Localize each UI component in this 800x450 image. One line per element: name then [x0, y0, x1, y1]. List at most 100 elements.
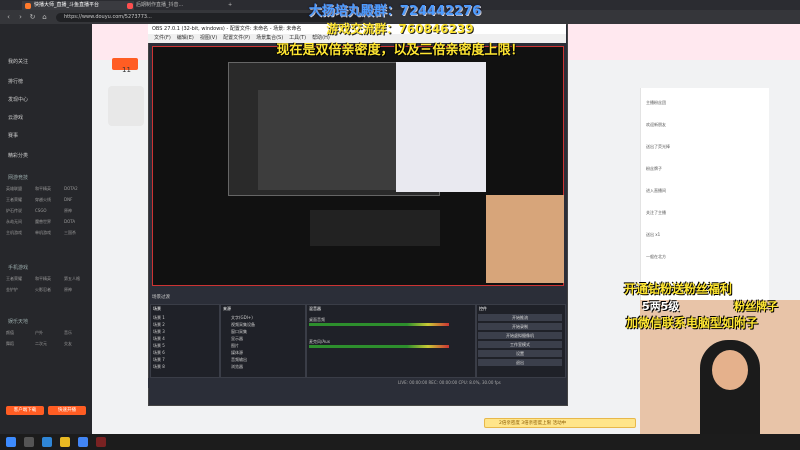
- sidebar-section-games: 网游竞技: [8, 175, 29, 181]
- scenes-header: 场景: [153, 306, 161, 311]
- overlay-promo-4: 加微信联系电脑型如附子: [626, 316, 759, 330]
- sidebar-category-link[interactable]: 和平精英: [35, 276, 51, 282]
- scene-list-item[interactable]: 场景 4: [153, 336, 165, 342]
- obs-status-bar: LIVE: 00:00:00 REC: 00:00:00 CPU: 8.0%, …: [148, 378, 566, 388]
- sidebar-category-link[interactable]: 金铲铲: [6, 287, 18, 293]
- obs-control-button[interactable]: 工作室模式: [478, 341, 562, 348]
- chat-message: 送出 x1: [646, 232, 661, 237]
- overlay-promo-1: 开通钻粉送粉丝福利: [624, 282, 733, 296]
- download-client-button[interactable]: 客户端下载: [6, 406, 44, 415]
- forward-icon[interactable]: ›: [16, 13, 25, 22]
- source-list-item[interactable]: 窗口采集: [231, 329, 247, 335]
- sources-header: 来源: [223, 306, 231, 311]
- sidebar-item-discover[interactable]: 发现中心: [8, 96, 28, 103]
- file-explorer-icon[interactable]: [60, 437, 70, 447]
- home-icon[interactable]: ⌂: [40, 13, 49, 22]
- sidebar-category-link[interactable]: 原神: [64, 287, 72, 293]
- source-list-item[interactable]: 文字(GDI+): [231, 315, 253, 321]
- browser-tab[interactable]: 后期制作直播_抖音...: [124, 1, 236, 10]
- sidebar-item-follow[interactable]: 我的关注: [8, 58, 28, 65]
- sidebar-category-link[interactable]: 户外: [35, 330, 43, 336]
- sidebar-category-link[interactable]: 颜值: [6, 330, 14, 336]
- scene-list-item[interactable]: 场景 1: [153, 315, 165, 321]
- scene-list-item[interactable]: 场景 6: [153, 350, 165, 356]
- sidebar-category-link[interactable]: 舞蹈: [6, 341, 14, 347]
- chat-message: 欢迎新朋友: [646, 122, 666, 127]
- scene-list-item[interactable]: 场景 5: [153, 343, 165, 349]
- edge-icon[interactable]: [42, 437, 52, 447]
- nested-chat-capture: [396, 62, 486, 192]
- obs-control-button[interactable]: 退出: [478, 359, 562, 366]
- favicon-icon: [127, 3, 133, 9]
- sidebar-category-link[interactable]: 穿越火线: [35, 197, 51, 203]
- sidebar-category-link[interactable]: 和平精英: [35, 186, 51, 192]
- sidebar-category-link[interactable]: 三国杀: [64, 230, 76, 236]
- obs-menu-item[interactable]: 文件(F): [154, 35, 171, 41]
- desktop-audio-meter: [309, 323, 449, 326]
- source-list-item[interactable]: 显示器: [231, 336, 243, 342]
- obs-control-button[interactable]: 开始推流: [478, 314, 562, 321]
- reload-icon[interactable]: ↻: [28, 13, 37, 22]
- new-tab-button[interactable]: +: [226, 1, 238, 10]
- sidebar-category-link[interactable]: DNF: [64, 197, 72, 202]
- chrome-icon[interactable]: [78, 437, 88, 447]
- scene-list-item[interactable]: 场景 2: [153, 322, 165, 328]
- overlay-group-text: 大扬培丸殿群：724442276: [308, 4, 482, 19]
- sidebar-category-link[interactable]: 二次元: [35, 341, 47, 347]
- source-list-item[interactable]: 图片: [231, 343, 239, 349]
- sidebar-category-link[interactable]: 王者荣耀: [6, 197, 22, 203]
- back-icon[interactable]: ‹: [4, 13, 13, 22]
- sidebar-category-link[interactable]: 火影忍者: [35, 287, 51, 293]
- sidebar-section-ent: 娱乐天地: [8, 319, 29, 325]
- sidebar-category-link[interactable]: 英雄联盟: [6, 186, 22, 192]
- sidebar-category-link[interactable]: 交友: [64, 341, 72, 347]
- sidebar-item-cloudgame[interactable]: 云游戏: [8, 114, 23, 121]
- intimacy-toast[interactable]: 2倍亲密度 3倍亲密度上限 活动中: [484, 418, 636, 428]
- sidebar-category-link[interactable]: DOTA2: [64, 186, 78, 191]
- obs-scenes-panel: 场景 场景 1 场景 2 场景 3 场景 4 场景 5 场景 6 场景 7 场景 8: [150, 304, 220, 378]
- sidebar-item-esports[interactable]: 赛事: [8, 132, 18, 139]
- sidebar-category-link[interactable]: CSGO: [35, 208, 47, 213]
- scene-list-item[interactable]: 场景 3: [153, 329, 165, 335]
- sidebar-category-link[interactable]: 永劫无间: [6, 219, 22, 225]
- search-icon[interactable]: [24, 437, 34, 447]
- browser-tab[interactable]: 快播大师_直播_斗鱼直播平台: [22, 1, 134, 10]
- sidebar-category-link[interactable]: 原神: [64, 208, 72, 214]
- chat-message: 粉丝牌子: [646, 166, 662, 171]
- mixer-header: 混音器: [309, 306, 321, 311]
- obs-control-button[interactable]: 开始虚拟摄像机: [478, 332, 562, 339]
- overlay-promo-3: 粉丝牌子: [734, 300, 778, 313]
- overlay-game-group-text: 游戏交流群：760846239: [326, 22, 474, 36]
- sidebar-item-category[interactable]: 精彩分类: [8, 152, 28, 159]
- sidebar-category-link[interactable]: 音乐: [64, 330, 72, 336]
- obs-taskbar-icon[interactable]: [96, 437, 106, 447]
- sidebar-item-rank[interactable]: 排行榜: [8, 78, 23, 85]
- obs-mixer-panel: 混音器 桌面音频 麦克风/Aux: [306, 304, 476, 378]
- sidebar-category-link[interactable]: 炉石传说: [6, 208, 22, 214]
- windows-start-icon[interactable]: [6, 437, 16, 447]
- source-list-item[interactable]: 视频采集设备: [231, 322, 255, 328]
- mic-audio-meter: [309, 345, 449, 348]
- obs-control-button[interactable]: 开始录制: [478, 323, 562, 330]
- sidebar-category-link[interactable]: 主机游戏: [6, 230, 22, 236]
- obs-scene-transition-label: 场景过渡: [152, 295, 170, 300]
- chat-message: 主播粉丝团: [646, 100, 666, 105]
- scene-list-item[interactable]: 场景 8: [153, 364, 165, 370]
- sidebar-category-link[interactable]: DOTA: [64, 219, 75, 224]
- nested-mixer: [310, 210, 440, 246]
- douyu-favicon-icon: [25, 3, 31, 9]
- tab-label: 后期制作直播_抖音...: [136, 2, 184, 8]
- source-list-item[interactable]: 音频输出: [231, 357, 247, 363]
- sidebar-category-link[interactable]: 单机游戏: [35, 230, 51, 236]
- windows-taskbar: [0, 434, 800, 450]
- start-live-button[interactable]: 快速开播: [48, 406, 86, 415]
- sidebar-category-link[interactable]: 第五人格: [64, 276, 80, 282]
- sidebar-category-link[interactable]: 魔兽世界: [35, 219, 51, 225]
- sidebar-section-mobile: 手机游戏: [8, 265, 29, 271]
- scene-list-item[interactable]: 场景 7: [153, 357, 165, 363]
- source-list-item[interactable]: 媒体源: [231, 350, 243, 356]
- source-list-item[interactable]: 浏览器: [231, 364, 243, 370]
- obs-control-button[interactable]: 设置: [478, 350, 562, 357]
- tab-label: 快播大师_直播_斗鱼直播平台: [34, 2, 100, 8]
- sidebar-category-link[interactable]: 王者荣耀: [6, 276, 22, 282]
